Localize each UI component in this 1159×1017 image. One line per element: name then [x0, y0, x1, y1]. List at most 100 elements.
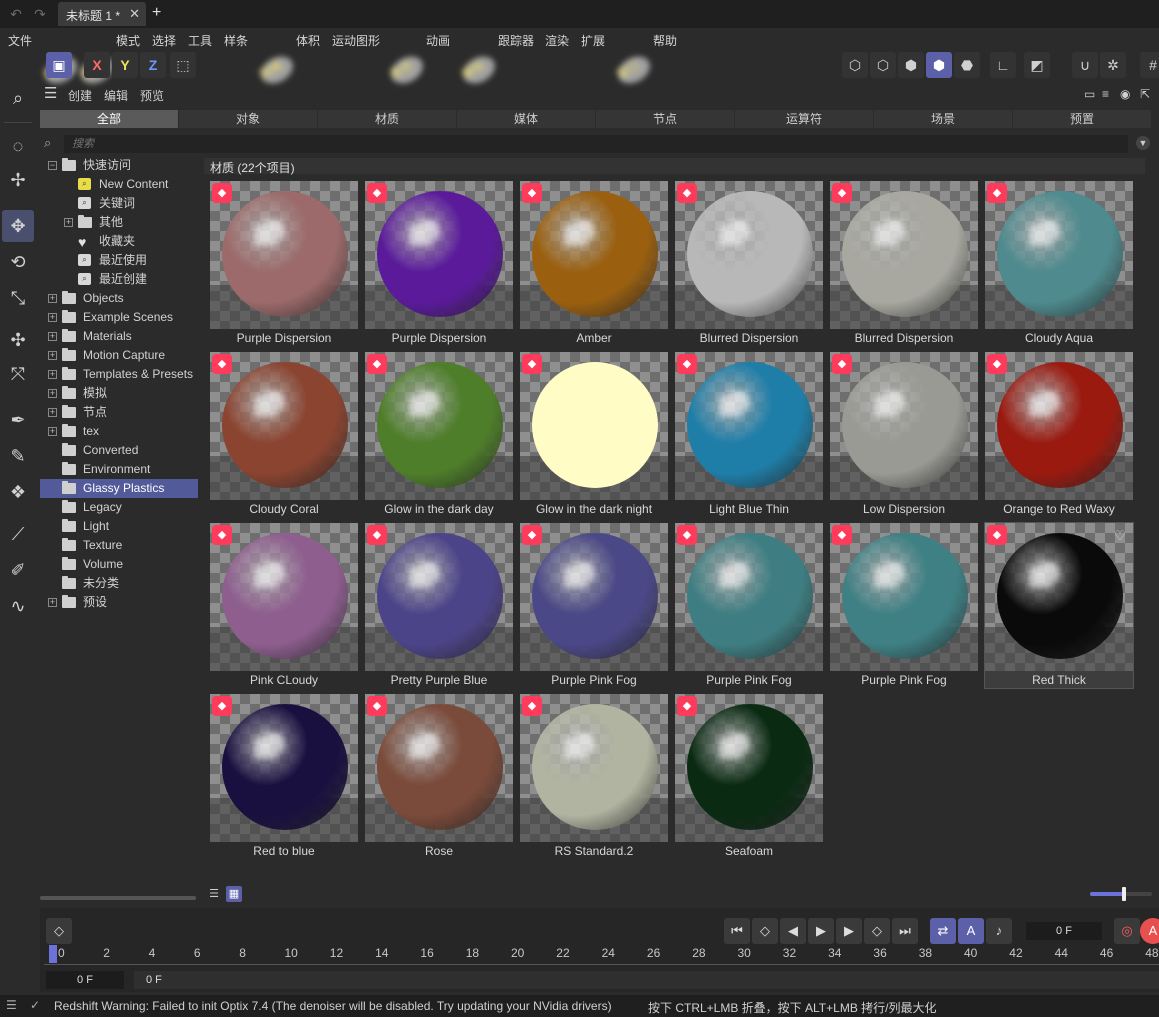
record-icon[interactable]: ◎	[1114, 918, 1140, 944]
tab-nodes[interactable]: 节点	[596, 110, 735, 128]
tab-materials[interactable]: 材质	[318, 110, 457, 128]
asset-browser-icon[interactable]: ▣	[46, 52, 72, 78]
coordinate-system-icon[interactable]: ⬚	[170, 52, 196, 78]
uv-mode-icon[interactable]: ⬣	[954, 52, 980, 78]
tree-item-favorites[interactable]: ♥ 收藏夹	[78, 232, 198, 251]
document-tab[interactable]: 未标题 1 * ✕	[58, 2, 146, 26]
tree-item-converted[interactable]: Converted	[62, 441, 198, 460]
zoom-icon[interactable]: ⌕	[2, 82, 34, 114]
tree-item-volume[interactable]: Volume	[62, 555, 198, 574]
go-to-end-icon[interactable]: ⏭	[892, 918, 918, 944]
magnet-icon[interactable]: ∪	[1072, 52, 1098, 78]
popout-icon[interactable]: ⇱	[1140, 87, 1150, 101]
axis-mode-icon[interactable]: ∟	[990, 52, 1016, 78]
tree-item-quick-access[interactable]: − 快速访问	[48, 156, 198, 175]
slider-knob[interactable]	[1122, 887, 1127, 901]
material-tile[interactable]: ◆ Orange to Red Waxy	[985, 352, 1133, 517]
expand-icon[interactable]: +	[64, 218, 73, 227]
brush-icon[interactable]: ⟋	[2, 518, 34, 550]
tree-item-glassy-plastics[interactable]: Glassy Plastics	[40, 479, 198, 498]
edges-mode-icon[interactable]: ⬡	[870, 52, 896, 78]
material-tile[interactable]: ◆ Blurred Dispersion	[675, 181, 823, 346]
model-mode-icon[interactable]: ⬢	[926, 52, 952, 78]
menu-tools[interactable]: 工具	[188, 32, 212, 49]
list-view-icon[interactable]: ☰	[206, 886, 222, 902]
axis-x-button[interactable]: X	[84, 52, 110, 78]
hamburger-icon[interactable]: ☰	[44, 84, 57, 102]
tree-item-example-scenes[interactable]: + Example Scenes	[48, 308, 198, 327]
material-tile[interactable]: ◆ Red to blue	[210, 694, 358, 859]
points-mode-icon[interactable]: ⬡	[842, 52, 868, 78]
expand-icon[interactable]: +	[48, 427, 57, 436]
material-tile[interactable]: ◆ Pretty Purple Blue	[365, 523, 513, 688]
menu-select[interactable]: 选择	[152, 32, 176, 49]
expand-icon[interactable]: +	[48, 408, 57, 417]
tree-item-motion-capture[interactable]: + Motion Capture	[48, 346, 198, 365]
tree-item-texture[interactable]: Texture	[62, 536, 198, 555]
polygons-mode-icon[interactable]: ⬢	[898, 52, 924, 78]
auto-record-icon[interactable]: A	[1140, 918, 1159, 944]
live-select-icon[interactable]: ✢	[2, 164, 34, 196]
tree-scrollbar[interactable]	[40, 896, 196, 900]
tree-item-new-content[interactable]: ⌕ New Content	[78, 175, 198, 194]
expand-icon[interactable]: +	[48, 294, 57, 303]
playhead[interactable]	[49, 945, 57, 963]
grid-view-icon[interactable]: ▦	[226, 886, 242, 902]
favorite-heart-icon[interactable]: ♡	[1111, 527, 1129, 545]
material-tile[interactable]: ◆ Purple Pink Fog	[830, 523, 978, 688]
tree-item-other[interactable]: + 其他	[64, 213, 198, 232]
tab-presets[interactable]: 预置	[1013, 110, 1152, 128]
expand-icon[interactable]: +	[48, 389, 57, 398]
menu-volume[interactable]: 体积	[296, 32, 320, 49]
menu-extensions[interactable]: 扩展	[581, 32, 605, 49]
menu-spline[interactable]: 样条	[224, 32, 248, 49]
timeline-ruler[interactable]	[44, 964, 1159, 971]
material-tile[interactable]: ◆ Cloudy Coral	[210, 352, 358, 517]
menu-mograph[interactable]: 运动图形	[332, 32, 380, 49]
tree-item-objects[interactable]: + Objects	[48, 289, 198, 308]
tree-item-nodes[interactable]: + 节点	[48, 403, 198, 422]
tree-item-uncategorized[interactable]: 未分类	[62, 574, 198, 593]
go-to-start-icon[interactable]: ⏮	[724, 918, 750, 944]
tab-media[interactable]: 媒体	[457, 110, 596, 128]
paint-icon[interactable]: ✎	[2, 440, 34, 472]
tab-all[interactable]: 全部	[40, 110, 179, 128]
current-frame-field[interactable]: 0 F	[1026, 922, 1102, 940]
tree-item-simulate[interactable]: + 模拟	[48, 384, 198, 403]
knife-icon[interactable]: ✐	[2, 554, 34, 586]
material-tile[interactable]: ◆ Blurred Dispersion	[830, 181, 978, 346]
material-tile[interactable]: ◆ Purple Pink Fog	[675, 523, 823, 688]
snap-icon[interactable]: ⤧	[2, 358, 34, 390]
next-key-icon[interactable]: ◇	[864, 918, 890, 944]
loop-icon[interactable]: ⇄	[930, 918, 956, 944]
spline-pen-icon[interactable]: ✒	[2, 404, 34, 436]
solo-icon[interactable]: ◩	[1024, 52, 1050, 78]
expand-icon[interactable]: +	[48, 313, 57, 322]
menu-file[interactable]: 文件	[8, 32, 32, 49]
material-tile[interactable]: ◆ Seafoam	[675, 694, 823, 859]
sound-icon[interactable]: ♪	[986, 918, 1012, 944]
keyframe-icon[interactable]: ◇	[46, 918, 72, 944]
scale-tool-icon[interactable]: ⤡	[2, 282, 34, 314]
tree-item-tex[interactable]: + tex	[48, 422, 198, 441]
tab-scenes[interactable]: 场景	[874, 110, 1013, 128]
end-frame-field[interactable]: 0 F	[134, 971, 1159, 989]
redo-icon[interactable]: ↷	[32, 6, 48, 22]
play-icon[interactable]: ▶	[808, 918, 834, 944]
expand-icon[interactable]: +	[48, 598, 57, 607]
transform-icon[interactable]: ✣	[2, 324, 34, 356]
new-tab-button[interactable]: +	[152, 4, 161, 22]
sketch-icon[interactable]: ∿	[2, 590, 34, 622]
tree-item-templates-presets[interactable]: + Templates & Presets	[48, 365, 198, 384]
material-tile[interactable]: ◆ ♡ Red Thick	[984, 522, 1134, 689]
axis-y-button[interactable]: Y	[112, 52, 138, 78]
material-tile[interactable]: ◆ Glow in the dark day	[365, 352, 513, 517]
previous-key-icon[interactable]: ◇	[752, 918, 778, 944]
material-tile[interactable]: ◆ Purple Dispersion	[210, 181, 358, 346]
expand-icon[interactable]: +	[48, 351, 57, 360]
next-frame-icon[interactable]: ▶	[836, 918, 862, 944]
menu-render[interactable]: 渲染	[545, 32, 569, 49]
menu-tracker[interactable]: 跟踪器	[498, 32, 534, 49]
tree-item-legacy[interactable]: Legacy	[62, 498, 198, 517]
hamburger-icon[interactable]: ☰	[6, 998, 17, 1012]
